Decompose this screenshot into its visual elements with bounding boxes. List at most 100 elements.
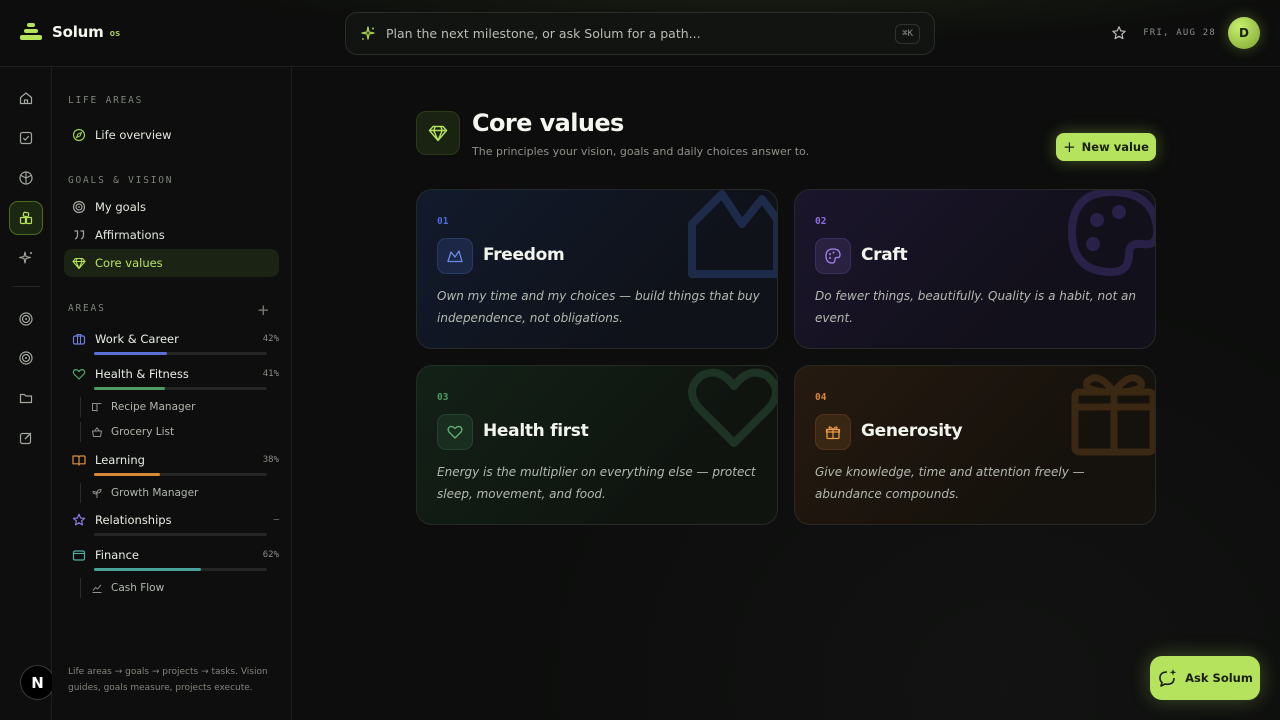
book-icon [92, 403, 102, 412]
value-card-craft[interactable]: 02 Craft Do fewer things, beautifully. Q… [794, 189, 1156, 349]
date-label: FRI, AUG 28 [1143, 28, 1216, 38]
sub-item-growth-manager[interactable]: Growth Manager [80, 483, 198, 503]
brand[interactable]: Solum os [20, 21, 120, 43]
new-value-button[interactable]: + New value [1056, 133, 1156, 161]
solum-logo-icon [20, 21, 42, 43]
sidebar-item-life-overview[interactable]: Life overview [64, 121, 279, 149]
rail-divider [12, 286, 40, 287]
sidebar-item-label: Affirmations [95, 228, 165, 242]
card-description: Do fewer things, beautifully. Quality is… [815, 289, 1136, 325]
areas-icon[interactable] [9, 201, 43, 235]
area-relationships[interactable]: Relationships – [64, 510, 279, 536]
card-number: 04 [815, 392, 827, 403]
top-bar: Solum os Plan the next milestone, or ask… [0, 0, 1280, 67]
gem-icon [72, 257, 86, 270]
areas-label: AREAS [68, 303, 106, 314]
area-progress-bar [94, 352, 267, 355]
area-name: Learning [95, 453, 145, 467]
sparkles-icon[interactable] [9, 241, 43, 275]
command-bar[interactable]: Plan the next milestone, or ask Solum fo… [345, 12, 935, 55]
quote-icon [74, 230, 85, 240]
sidebar-item-core-values[interactable]: Core values [64, 249, 279, 277]
home-icon[interactable] [9, 81, 43, 115]
area-health-fitness[interactable]: Health & Fitness 41% [64, 364, 279, 390]
sidebar: LIFE AREAS Life overview GOALS & VISION … [52, 67, 292, 720]
area-progress-bar [94, 387, 267, 390]
card-title: Craft [861, 245, 908, 265]
palette-icon [815, 238, 851, 274]
card-number: 01 [437, 216, 449, 227]
sub-item-grocery-list[interactable]: Grocery List [80, 422, 174, 442]
edit-icon[interactable] [9, 421, 43, 455]
chat-sparkle-icon [1159, 669, 1177, 687]
sprout-icon [92, 488, 102, 498]
checkbox-icon[interactable] [9, 121, 43, 155]
life-areas-label: LIFE AREAS [68, 95, 144, 106]
area-learning[interactable]: Learning 38% [64, 450, 279, 476]
value-card-generosity[interactable]: 04 Generosity Give knowledge, time and a… [794, 365, 1156, 525]
card-title: Health first [483, 421, 589, 441]
area-name: Health & Fitness [95, 367, 189, 381]
area-percent: 62% [262, 550, 279, 560]
plus-icon: + [1063, 138, 1076, 156]
compass-icon[interactable] [9, 161, 43, 195]
card-title: Freedom [483, 245, 565, 265]
target-icon[interactable] [9, 302, 43, 336]
gift-icon [815, 414, 851, 450]
briefcase-icon [72, 333, 86, 345]
sub-item-cash-flow[interactable]: Cash Flow [80, 578, 164, 598]
area-progress-bar [94, 533, 267, 536]
goals-vision-label: GOALS & VISION [68, 175, 174, 186]
card-description: Give knowledge, time and attention freel… [815, 465, 1085, 501]
user-avatar[interactable]: D [1228, 17, 1260, 49]
sub-item-label: Recipe Manager [111, 401, 196, 413]
brand-suffix: os [109, 29, 121, 39]
area-progress-bar [94, 568, 267, 571]
palette-watermark-icon [1067, 190, 1155, 277]
open-book-icon [72, 455, 86, 466]
add-area-button[interactable]: + [257, 301, 270, 319]
sidebar-item-affirmations[interactable]: Affirmations [64, 221, 279, 249]
new-value-label: New value [1081, 140, 1149, 154]
sub-item-label: Grocery List [111, 426, 175, 438]
command-placeholder: Plan the next milestone, or ask Solum fo… [386, 26, 701, 41]
area-percent: 41% [262, 369, 279, 379]
star-icon[interactable] [1111, 25, 1127, 41]
basket-icon [92, 427, 102, 437]
target-alt-icon[interactable] [9, 341, 43, 375]
heart-watermark-icon [688, 368, 777, 447]
sidebar-item-my-goals[interactable]: My goals [64, 193, 279, 221]
page-subtitle: The principles your vision, goals and da… [472, 145, 810, 158]
chart-line-icon [92, 584, 102, 593]
page-title: Core values [472, 109, 624, 137]
area-name: Work & Career [95, 332, 179, 346]
value-card-freedom[interactable]: 01 Freedom Own my time and my choices — … [416, 189, 778, 349]
shortcut-hint: ⌘K [895, 23, 920, 44]
sparkle-icon [361, 25, 375, 40]
card-description: Energy is the multiplier on everything e… [437, 465, 756, 501]
mountain-icon [437, 238, 473, 274]
icon-rail: N [0, 67, 55, 720]
value-card-health-first[interactable]: 03 Health first Energy is the multiplier… [416, 365, 778, 525]
ask-solum-button[interactable]: Ask Solum [1150, 656, 1260, 700]
target-icon [72, 200, 86, 214]
area-progress-bar [94, 473, 267, 476]
brand-name: Solum [52, 23, 104, 41]
ask-solum-label: Ask Solum [1185, 671, 1253, 685]
card-title: Generosity [861, 421, 963, 441]
area-work-career[interactable]: Work & Career 42% [64, 329, 279, 355]
sidebar-item-label: Life overview [95, 128, 172, 142]
heart-icon [72, 369, 86, 380]
sub-item-label: Cash Flow [111, 582, 165, 594]
folder-icon[interactable] [9, 381, 43, 415]
sub-item-label: Growth Manager [111, 487, 199, 499]
sidebar-item-label: Core values [95, 256, 163, 270]
area-finance[interactable]: Finance 62% [64, 545, 279, 571]
sub-item-recipe-manager[interactable]: Recipe Manager [80, 397, 195, 417]
crown-watermark-icon [688, 190, 777, 278]
n-badge[interactable]: N [20, 665, 55, 700]
card-description: Own my time and my choices — build thing… [437, 289, 760, 325]
card-number: 03 [437, 392, 449, 403]
area-percent: 38% [262, 455, 279, 465]
area-name: Finance [95, 548, 139, 562]
